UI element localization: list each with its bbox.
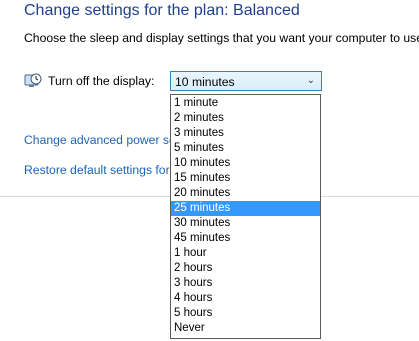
monitor-clock-icon: [24, 72, 42, 90]
dropdown-option[interactable]: 30 minutes: [171, 216, 320, 231]
display-timeout-dropdown-list: 1 minute 2 minutes 3 minutes 5 minutes 1…: [170, 94, 321, 339]
restore-defaults-link[interactable]: Restore default settings for: [24, 163, 170, 177]
display-timeout-select[interactable]: 10 minutes ⌄: [170, 71, 322, 91]
change-advanced-settings-link[interactable]: Change advanced power se: [24, 133, 176, 147]
dropdown-option[interactable]: 3 minutes: [171, 126, 320, 141]
dropdown-option[interactable]: 10 minutes: [171, 156, 320, 171]
dropdown-option[interactable]: 5 minutes: [171, 141, 320, 156]
dropdown-option[interactable]: 3 hours: [171, 276, 320, 291]
dropdown-option[interactable]: 15 minutes: [171, 171, 320, 186]
dropdown-option[interactable]: 5 hours: [171, 306, 320, 321]
display-setting-row: Turn off the display: 10 minutes ⌄: [24, 71, 324, 92]
dropdown-option[interactable]: 1 hour: [171, 246, 320, 261]
chevron-down-icon: ⌄: [306, 75, 315, 86]
dropdown-option[interactable]: 1 minute: [171, 96, 320, 111]
dropdown-option-highlighted[interactable]: 25 minutes: [171, 201, 320, 216]
page-subtitle: Choose the sleep and display settings th…: [24, 31, 419, 45]
display-setting-label: Turn off the display:: [48, 74, 155, 88]
dropdown-option[interactable]: 20 minutes: [171, 186, 320, 201]
display-timeout-value: 10 minutes: [175, 75, 235, 89]
dropdown-option[interactable]: 2 hours: [171, 261, 320, 276]
dropdown-option[interactable]: 2 minutes: [171, 111, 320, 126]
dropdown-option[interactable]: 45 minutes: [171, 231, 320, 246]
page-title: Change settings for the plan: Balanced: [24, 2, 300, 19]
dropdown-option[interactable]: 4 hours: [171, 291, 320, 306]
dropdown-option[interactable]: Never: [171, 321, 320, 336]
